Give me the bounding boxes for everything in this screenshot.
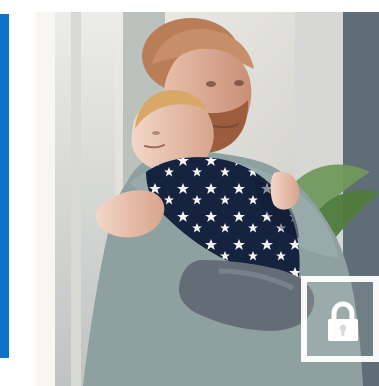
lock-tile <box>301 276 379 362</box>
lock-icon <box>328 301 358 341</box>
hero-card <box>0 0 379 386</box>
accent-bar <box>0 14 9 358</box>
